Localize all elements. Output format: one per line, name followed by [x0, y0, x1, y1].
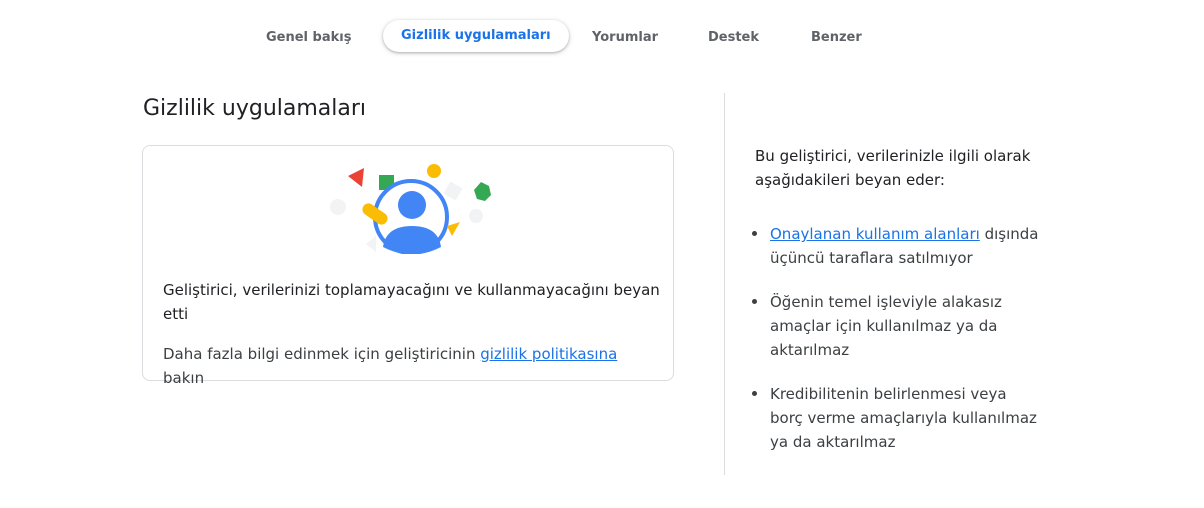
tab-related[interactable]: Benzer — [811, 22, 862, 54]
privacy-card: Geliştirici, verilerinizi toplamayacağın… — [142, 145, 674, 387]
privacy-more-info: Daha fazla bilgi edinmek için geliştiric… — [163, 342, 663, 390]
column-divider — [724, 93, 725, 475]
tab-reviews[interactable]: Yorumlar — [592, 22, 658, 54]
bullet-icon — [752, 299, 757, 304]
sidebar-list: Onaylanan kullanım alanları dışında üçün… — [752, 222, 1042, 474]
tab-support[interactable]: Destek — [708, 22, 759, 54]
more-info-suffix: bakın — [163, 369, 205, 387]
tab-privacy-practices[interactable]: Gizlilik uygulamaları — [383, 20, 569, 52]
privacy-user-icon — [330, 164, 491, 254]
approved-uses-link[interactable]: Onaylanan kullanım alanları — [770, 225, 980, 243]
bullet-icon — [752, 391, 757, 396]
section-title: Gizlilik uygulamaları — [143, 96, 367, 121]
list-item: Onaylanan kullanım alanları dışında üçün… — [752, 222, 1042, 270]
sidebar-intro: Bu geliştirici, verilerinizle ilgili ola… — [755, 147, 1031, 189]
more-info-prefix: Daha fazla bilgi edinmek için geliştiric… — [163, 345, 476, 363]
list-item: Öğenin temel işleviyle alakasız amaçlar … — [752, 290, 1042, 362]
list-item: Kredibilitenin belirlenmesi veya borç ve… — [752, 382, 1042, 454]
list-item-text: Öğenin temel işleviyle alakasız amaçlar … — [770, 293, 1002, 359]
tab-overview[interactable]: Genel bakış — [266, 22, 351, 54]
list-item-text: Kredibilitenin belirlenmesi veya borç ve… — [770, 385, 1037, 451]
privacy-statement: Geliştirici, verilerinizi toplamayacağın… — [163, 281, 660, 323]
tab-bar: Genel bakış Gizlilik uygulamaları Yoruml… — [0, 18, 1204, 58]
privacy-policy-link[interactable]: gizlilik politikasına — [480, 345, 617, 363]
bullet-icon — [752, 231, 757, 236]
